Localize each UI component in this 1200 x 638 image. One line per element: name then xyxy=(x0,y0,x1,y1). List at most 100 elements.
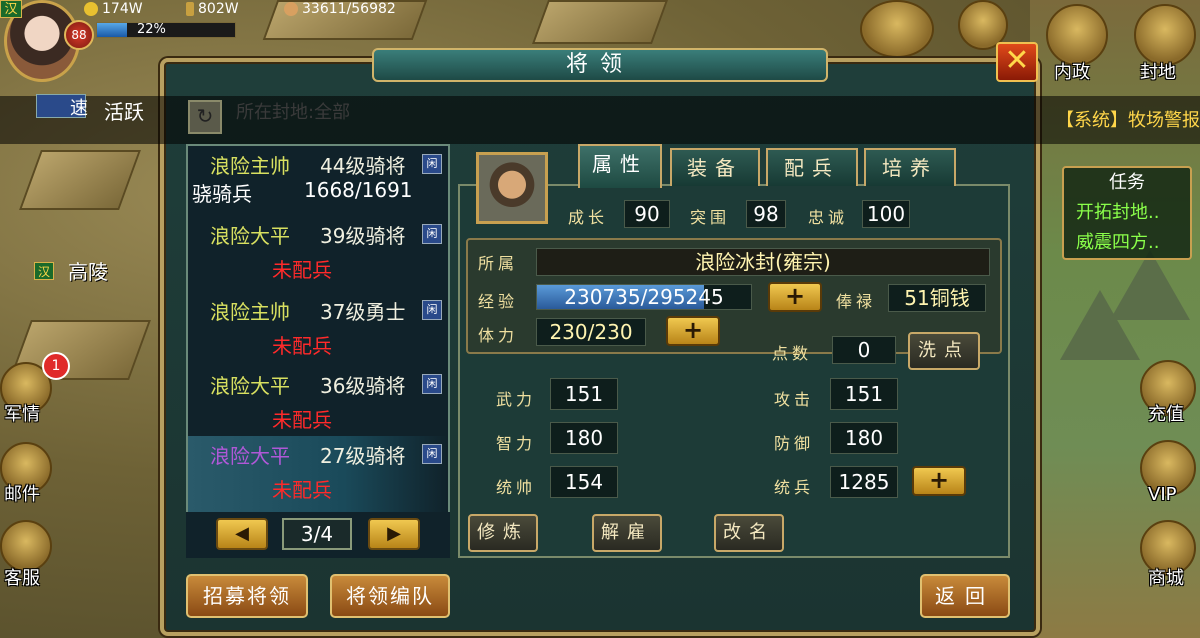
stamina-label: 体力 xyxy=(478,326,519,345)
intellect-label: 智力 xyxy=(496,434,537,453)
population-resource: 33611/56982 xyxy=(284,0,396,18)
idle-badge: 闲 xyxy=(422,444,442,464)
cavalry-icon[interactable] xyxy=(860,0,934,58)
city-flag: 汉 xyxy=(34,262,54,280)
attack-label: 攻击 xyxy=(774,390,815,409)
page-indicator: 3/4 xyxy=(282,518,352,550)
add-exp-button[interactable]: + xyxy=(768,282,822,312)
general-list: 浪险主帅 44级骑将 闲 骁骑兵 1668/1691 浪险大平 39级骑将 闲 … xyxy=(186,144,450,558)
player-exp-fill xyxy=(97,23,128,37)
map-mountain xyxy=(1110,250,1190,320)
prev-page-button[interactable]: ◀ xyxy=(216,518,268,550)
points-label: 点数 xyxy=(772,344,813,363)
rename-button[interactable]: 改名 xyxy=(714,514,784,552)
general-level: 27级骑将 xyxy=(320,444,406,468)
general-name: 浪险大平 xyxy=(210,224,290,248)
task-item[interactable]: 开拓封地.. xyxy=(1076,198,1159,224)
customer-service-label: 客服 xyxy=(4,568,40,589)
map-building xyxy=(19,150,141,210)
exp-bar: 230735/295245 xyxy=(536,284,752,310)
player-exp-bar: 22% xyxy=(96,22,236,38)
troop-status: 未配兵 xyxy=(272,478,332,502)
troop-status: 未配兵 xyxy=(272,408,332,432)
vip-label: VIP xyxy=(1148,484,1177,505)
domestic-button[interactable] xyxy=(1046,4,1108,66)
idle-badge: 闲 xyxy=(422,224,442,244)
general-formation-button[interactable]: 将领编队 xyxy=(330,574,450,618)
reset-points-button[interactable]: 洗点 xyxy=(908,332,980,370)
shop-label: 商城 xyxy=(1148,568,1184,589)
close-button[interactable]: ✕ xyxy=(996,42,1038,82)
general-level: 44级骑将 xyxy=(320,154,406,178)
recruit-general-button[interactable]: 招募将领 xyxy=(186,574,308,618)
general-level: 37级勇士 xyxy=(320,300,406,324)
player-exp-percent: 22% xyxy=(137,22,166,37)
nation-flag: 汉 xyxy=(0,0,22,18)
affiliation-value: 浪险冰封(雍宗) xyxy=(536,248,990,276)
troop-type: 骁骑兵 xyxy=(192,182,252,206)
next-page-button[interactable]: ▶ xyxy=(368,518,420,550)
tab-attributes[interactable]: 属性 xyxy=(578,144,662,188)
idle-badge: 闲 xyxy=(422,154,442,174)
attack-value: 151 xyxy=(830,378,898,410)
exp-label: 经验 xyxy=(478,292,519,311)
troop-count: 1668/1691 xyxy=(304,178,413,202)
general-name: 浪险主帅 xyxy=(210,154,290,178)
dialog-title: 将领 xyxy=(372,48,828,82)
general-list-item-selected[interactable]: 浪险大平 27级骑将 闲 未配兵 xyxy=(188,436,448,512)
system-message: 【系统】牧场警报 xyxy=(1056,110,1200,131)
tab-troops[interactable]: 配兵 xyxy=(766,148,858,186)
add-stamina-button[interactable]: + xyxy=(666,316,720,346)
dismiss-button[interactable]: 解雇 xyxy=(592,514,662,552)
intellect-value: 180 xyxy=(550,422,618,454)
fief-label: 封地 xyxy=(1140,62,1176,83)
general-list-item[interactable]: 浪险大平 39级骑将 闲 未配兵 xyxy=(188,216,448,292)
growth-value: 90 xyxy=(624,200,670,228)
domestic-label: 内政 xyxy=(1054,62,1090,83)
defense-label: 防御 xyxy=(774,434,815,453)
general-list-item[interactable]: 浪险主帅 44级骑将 闲 骁骑兵 1668/1691 xyxy=(188,146,448,222)
general-level: 39级骑将 xyxy=(320,224,406,248)
general-name: 浪险大平 xyxy=(210,444,290,468)
player-level-badge: 88 xyxy=(64,20,94,50)
food-amount: 802W xyxy=(198,1,239,17)
map-building xyxy=(531,0,669,44)
mail-label: 邮件 xyxy=(4,484,40,505)
activity-label[interactable]: 活跃 xyxy=(104,96,144,125)
military-intel-badge: 1 xyxy=(42,352,70,380)
fief-button[interactable] xyxy=(1134,4,1196,66)
gold-icon xyxy=(84,2,98,16)
tab-equipment[interactable]: 装备 xyxy=(670,148,760,186)
fief-filter-label[interactable]: 所在封地:全部 xyxy=(236,98,350,124)
general-portrait xyxy=(476,152,548,224)
filter-button[interactable]: ↻ xyxy=(188,100,222,134)
pagination: ◀ 3/4 ▶ xyxy=(186,512,450,558)
tab-cultivate[interactable]: 培养 xyxy=(864,148,956,186)
task-item[interactable]: 威震四方.. xyxy=(1076,228,1159,254)
troop-info: 骁骑兵 1668/1691 xyxy=(192,178,448,210)
exp-value: 230735/295245 xyxy=(564,285,724,309)
points-value: 0 xyxy=(832,336,896,364)
gold-amount: 174W xyxy=(102,1,143,17)
population-icon xyxy=(284,2,298,16)
back-button[interactable]: 返回 xyxy=(920,574,1010,618)
affiliation-label: 所属 xyxy=(478,254,519,273)
general-level: 36级骑将 xyxy=(320,374,406,398)
troops-label: 统兵 xyxy=(774,478,815,497)
gold-resource: 174W xyxy=(84,0,143,18)
add-troops-button[interactable]: + xyxy=(912,466,966,496)
general-list-item[interactable]: 浪险主帅 37级勇士 闲 未配兵 xyxy=(188,292,448,368)
troops-value: 1285 xyxy=(830,466,898,498)
force-value: 151 xyxy=(550,378,618,410)
city-name[interactable]: 高陵 xyxy=(68,256,108,285)
train-button[interactable]: 修炼 xyxy=(468,514,538,552)
general-list-item[interactable]: 浪险大平 36级骑将 闲 未配兵 xyxy=(188,366,448,442)
force-label: 武力 xyxy=(496,390,537,409)
salary-value: 51铜钱 xyxy=(888,284,986,312)
loyalty-value: 100 xyxy=(862,200,910,228)
military-intel-label: 军情 xyxy=(4,404,40,425)
breakout-value: 98 xyxy=(746,200,786,228)
troop-status: 未配兵 xyxy=(272,258,332,282)
recharge-label: 充值 xyxy=(1148,404,1184,425)
loyalty-label: 忠诚 xyxy=(808,208,849,227)
